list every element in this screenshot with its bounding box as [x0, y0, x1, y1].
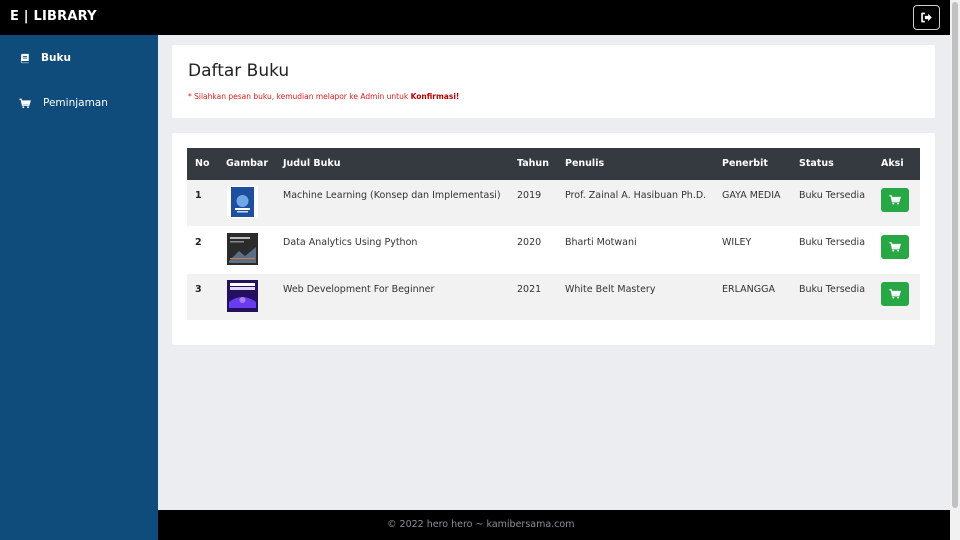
- cell-publisher: WILEY: [722, 237, 752, 248]
- brand-logo[interactable]: E | LIBRARY: [10, 9, 97, 24]
- col-penulis: Penulis: [565, 158, 605, 169]
- col-tahun: Tahun: [517, 158, 549, 169]
- col-status: Status: [799, 158, 834, 169]
- notice-prefix: * Silahkan pesan buku, kemudian melapor …: [188, 92, 411, 101]
- notice-text: * Silahkan pesan buku, kemudian melapor …: [188, 92, 459, 101]
- cell-title: Data Analytics Using Python: [283, 237, 418, 248]
- table-row: 1 Machine Learning (Konsep dan Implement…: [187, 180, 920, 227]
- notice-confirm: Konfirmasi!: [410, 92, 460, 101]
- book-cover-image: [227, 280, 258, 312]
- sidebar-item-label: Peminjaman: [43, 97, 108, 109]
- page-title: Daftar Buku: [188, 61, 290, 81]
- cell-status: Buku Tersedia: [799, 284, 866, 295]
- cell-author: White Belt Mastery: [565, 284, 656, 295]
- sign-out-icon: [921, 12, 932, 23]
- cell-year: 2019: [517, 190, 542, 201]
- cell-title: Web Development For Beginner: [283, 284, 435, 295]
- table-row: 3 Web Development For Beginner 2021 Whit…: [187, 274, 920, 321]
- sidebar-item-label: Buku: [41, 52, 71, 64]
- borrow-button[interactable]: [881, 235, 909, 259]
- sidebar-item-peminjaman[interactable]: Peminjaman: [0, 83, 158, 123]
- table-row: 2 Data Analytics Using Python 2020 Bhart…: [187, 227, 920, 274]
- cell-author: Prof. Zainal A. Hasibuan Ph.D.: [565, 190, 707, 201]
- cart-icon: [889, 289, 901, 299]
- table-header: No Gambar Judul Buku Tahun Penulis Pener…: [187, 148, 920, 180]
- book-cover-image: [227, 233, 258, 265]
- footer-text: © 2022 hero hero ~ kamibersama.com: [387, 519, 575, 530]
- top-navbar: E | LIBRARY: [0, 0, 950, 35]
- cell-year: 2021: [517, 284, 542, 295]
- sidebar-item-buku[interactable]: Buku: [0, 38, 158, 78]
- logout-button[interactable]: [913, 5, 940, 30]
- cell-publisher: ERLANGGA: [722, 284, 775, 295]
- cell-status: Buku Tersedia: [799, 237, 866, 248]
- col-penerbit: Penerbit: [722, 158, 768, 169]
- page-header-card: Daftar Buku * Silahkan pesan buku, kemud…: [172, 45, 935, 118]
- cart-icon: [889, 242, 901, 252]
- col-gambar: Gambar: [226, 158, 269, 169]
- cell-no: 1: [195, 190, 202, 201]
- cart-icon: [889, 195, 901, 205]
- book-cover-image: [227, 186, 258, 218]
- col-no: No: [195, 158, 210, 169]
- col-judul: Judul Buku: [283, 158, 341, 169]
- cell-publisher: GAYA MEDIA: [722, 190, 781, 201]
- cell-author: Bharti Motwani: [565, 237, 637, 248]
- footer: © 2022 hero hero ~ kamibersama.com: [158, 510, 950, 540]
- cell-no: 3: [195, 284, 202, 295]
- book-table-card: No Gambar Judul Buku Tahun Penulis Pener…: [172, 133, 935, 345]
- cell-year: 2020: [517, 237, 542, 248]
- page-scrollbar[interactable]: [950, 0, 960, 540]
- borrow-button[interactable]: [881, 282, 909, 306]
- borrow-button[interactable]: [881, 188, 909, 212]
- col-aksi: Aksi: [881, 158, 904, 169]
- cell-title: Machine Learning (Konsep dan Implementas…: [283, 190, 501, 201]
- cell-status: Buku Tersedia: [799, 190, 866, 201]
- cell-no: 2: [195, 237, 202, 248]
- scrollbar-thumb[interactable]: [952, 2, 958, 508]
- book-icon: [19, 52, 31, 64]
- sidebar: Buku Peminjaman: [0, 35, 158, 540]
- cart-icon: [19, 97, 31, 109]
